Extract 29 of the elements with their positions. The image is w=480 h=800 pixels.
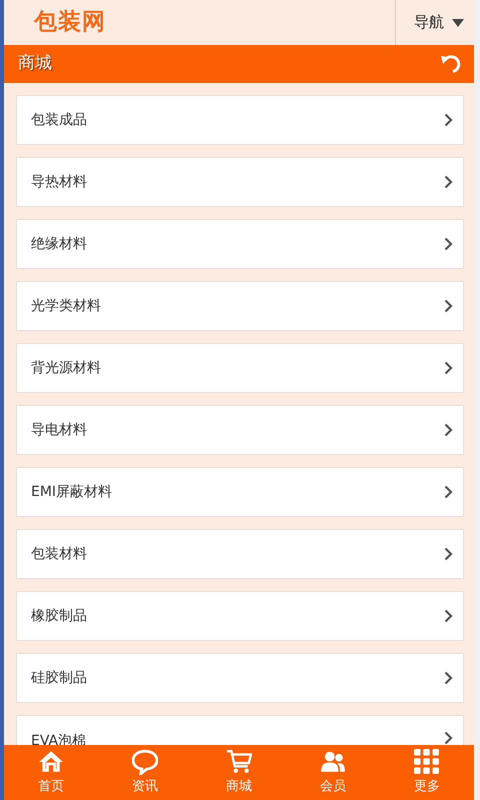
chevron-right-icon <box>444 547 453 561</box>
grid-icon <box>414 748 440 775</box>
chevron-right-icon <box>444 237 453 251</box>
chevron-right-icon <box>444 485 453 499</box>
people-icon <box>320 748 346 775</box>
back-icon[interactable] <box>440 54 462 74</box>
home-icon <box>38 748 64 775</box>
category-item[interactable]: 背光源材料 <box>16 343 464 393</box>
page-title: 商城 <box>18 52 52 76</box>
category-item[interactable]: 橡胶制品 <box>16 591 464 641</box>
chevron-right-icon <box>444 113 453 127</box>
chevron-right-icon <box>444 609 453 623</box>
chevron-right-icon <box>444 175 453 189</box>
category-item[interactable]: EMI屏蔽材料 <box>16 467 464 517</box>
chevron-right-icon <box>444 731 453 745</box>
speech-bubble-icon <box>132 748 158 775</box>
category-item[interactable]: 硅胶制品 <box>16 653 464 703</box>
chevron-right-icon <box>444 299 453 313</box>
cart-icon <box>226 748 252 775</box>
category-item[interactable]: 包装成品 <box>16 95 464 145</box>
category-item[interactable]: 包装材料 <box>16 529 464 579</box>
category-item[interactable]: 导电材料 <box>16 405 464 455</box>
chevron-right-icon <box>444 361 453 375</box>
category-item[interactable]: 导热材料 <box>16 157 464 207</box>
category-item[interactable]: 绝缘材料 <box>16 219 464 269</box>
caret-icon <box>452 18 464 26</box>
chevron-right-icon <box>444 671 453 685</box>
chevron-right-icon <box>444 423 453 437</box>
category-item[interactable]: 光学类材料 <box>16 281 464 331</box>
